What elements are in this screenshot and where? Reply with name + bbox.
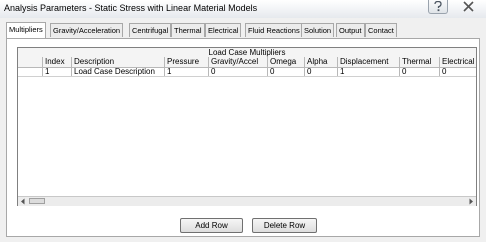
tab-multipliers[interactable]: Multipliers [6, 22, 46, 38]
cell-alpha[interactable]: 0 [305, 67, 338, 76]
column-header-alpha[interactable]: Alpha [305, 57, 338, 67]
row-selector-header [18, 57, 43, 67]
cell-thermal[interactable]: 0 [400, 67, 440, 76]
add-row-button[interactable]: Add Row [180, 218, 243, 233]
horizontal-scrollbar[interactable] [18, 196, 476, 206]
column-header-omega[interactable]: Omega [268, 57, 305, 67]
tab-gravity-acceleration[interactable]: Gravity/Acceleration [50, 23, 124, 37]
cell-gravity-accel[interactable]: 0 [209, 67, 268, 76]
cell-description[interactable]: Load Case Description [72, 67, 165, 76]
tab-strip: Multipliers Gravity/Acceleration Centrif… [6, 22, 476, 38]
close-button[interactable] [458, 0, 480, 14]
dialog-body: Multipliers Gravity/Acceleration Centrif… [0, 18, 486, 242]
cell-pressure[interactable]: 1 [165, 67, 209, 76]
tab-thermal[interactable]: Thermal [171, 23, 205, 37]
column-header-electrical[interactable]: Electrical [440, 57, 476, 67]
column-header-index[interactable]: Index [43, 57, 72, 67]
table-row[interactable]: 1 Load Case Description 1 0 0 0 1 0 0 [18, 67, 476, 77]
cell-index[interactable]: 1 [43, 67, 72, 76]
scroll-right-button[interactable] [467, 198, 475, 205]
multipliers-panel: Load Case Multipliers Index Description … [6, 38, 480, 237]
delete-row-button[interactable]: Delete Row [252, 218, 317, 233]
scroll-left-button[interactable] [19, 198, 27, 205]
cell-displacement[interactable]: 1 [338, 67, 400, 76]
cell-omega[interactable]: 0 [268, 67, 305, 76]
tab-solution[interactable]: Solution [301, 23, 335, 37]
cell-electrical[interactable]: 0 [440, 67, 476, 76]
tab-centrifugal[interactable]: Centrifugal [129, 23, 172, 37]
column-header-thermal[interactable]: Thermal [400, 57, 440, 67]
help-button[interactable] [428, 0, 448, 14]
tab-fluid-reactions[interactable]: Fluid Reactions [245, 23, 303, 37]
load-case-grid: Load Case Multipliers Index Description … [17, 47, 477, 206]
tab-contact[interactable]: Contact [365, 23, 397, 37]
column-header-gravity-accel[interactable]: Gravity/Accel [209, 57, 268, 67]
tab-output[interactable]: Output [336, 23, 365, 37]
title-bar: Analysis Parameters - Static Stress with… [0, 0, 486, 18]
window-title: Analysis Parameters - Static Stress with… [4, 3, 258, 13]
scrollbar-thumb[interactable] [29, 198, 45, 204]
tab-electrical[interactable]: Electrical [205, 23, 242, 37]
row-selector[interactable] [18, 67, 43, 76]
column-header-pressure[interactable]: Pressure [165, 57, 209, 67]
column-header-description[interactable]: Description [72, 57, 165, 67]
column-header-displacement[interactable]: Displacement [338, 57, 400, 67]
